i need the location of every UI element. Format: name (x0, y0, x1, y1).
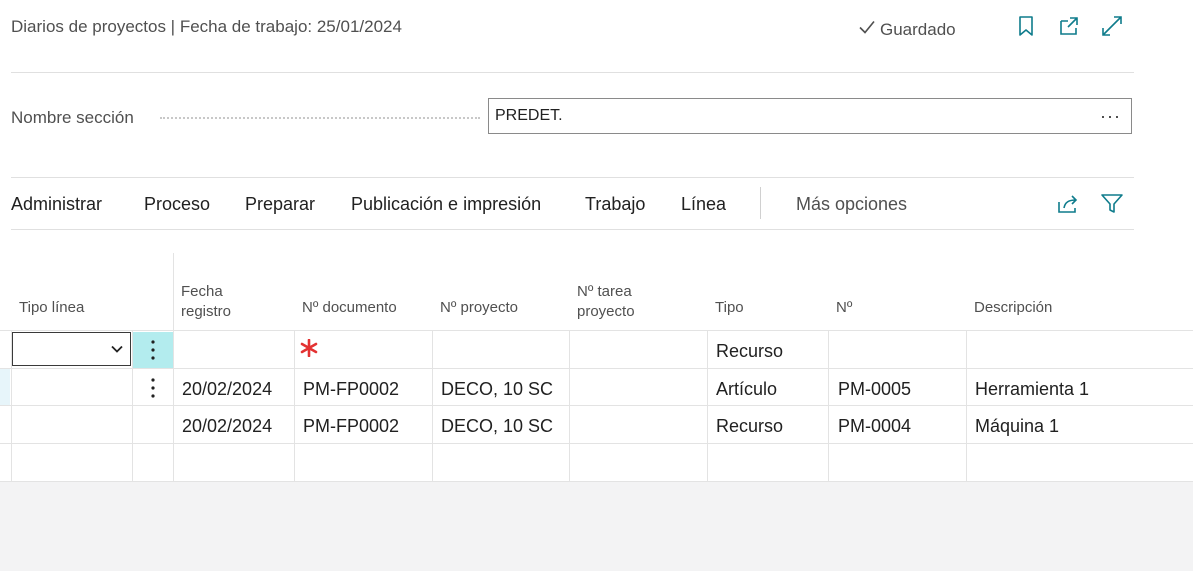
grid-row-divider (0, 368, 1193, 369)
column-header-fecha-registro[interactable]: Fecha registro (181, 282, 261, 322)
page-background-band (0, 482, 1193, 571)
grid-column-divider (569, 331, 570, 482)
lookup-button[interactable]: ··· (1100, 106, 1121, 127)
field-leader-dots (160, 117, 480, 119)
action-linea[interactable]: Línea (681, 194, 726, 215)
row-actions-icon[interactable] (143, 375, 163, 401)
journal-lines-grid: Tipo línea Fecha registro Nº documento N… (0, 253, 1193, 482)
expand-icon[interactable] (1100, 14, 1124, 38)
action-publicacion-impresion[interactable]: Publicación e impresión (351, 194, 541, 215)
page-title: Diarios de proyectos | Fecha de trabajo:… (11, 17, 402, 36)
cell-proyecto[interactable]: DECO, 10 SC (441, 416, 553, 437)
cell-no[interactable]: PM-0004 (838, 416, 911, 437)
share-icon[interactable] (1055, 191, 1081, 217)
row-actions-icon[interactable] (143, 337, 163, 363)
cell-fecha-registro[interactable]: 20/02/2024 (182, 379, 272, 400)
filter-icon[interactable] (1099, 191, 1125, 217)
action-separator (760, 187, 761, 219)
column-header-proyecto[interactable]: Nº proyecto (440, 298, 518, 318)
grid-column-divider (966, 331, 967, 482)
action-bar-bottom-divider (11, 229, 1134, 230)
tipo-linea-select[interactable] (12, 332, 131, 366)
cell-tipo[interactable]: Recurso (716, 341, 783, 362)
grid-column-divider (432, 331, 433, 482)
saved-status-label: Guardado (880, 19, 956, 39)
checkmark-icon (857, 17, 877, 42)
column-header-tipo[interactable]: Tipo (715, 298, 744, 318)
section-name-value: PREDET. (495, 107, 563, 124)
chevron-down-icon (111, 345, 123, 353)
cell-tipo[interactable]: Recurso (716, 416, 783, 437)
open-new-window-icon[interactable] (1057, 14, 1081, 38)
cell-tipo[interactable]: Artículo (716, 379, 777, 400)
action-proceso[interactable]: Proceso (144, 194, 210, 215)
cell-documento[interactable]: PM-FP0002 (303, 416, 399, 437)
cell-documento[interactable]: PM-FP0002 (303, 379, 399, 400)
cell-descripcion[interactable]: Máquina 1 (975, 416, 1059, 437)
section-name-label: Nombre sección (11, 108, 134, 127)
header-divider (11, 72, 1134, 73)
column-header-tipo-linea[interactable]: Tipo línea (19, 298, 84, 318)
grid-column-divider (707, 331, 708, 482)
column-header-descripcion[interactable]: Descripción (974, 298, 1052, 318)
bookmark-icon[interactable] (1014, 14, 1038, 38)
grid-column-divider (828, 331, 829, 482)
cell-no[interactable]: PM-0005 (838, 379, 911, 400)
grid-row-divider (0, 443, 1193, 444)
saved-status: Guardado (857, 17, 956, 42)
cell-fecha-registro[interactable]: 20/02/2024 (182, 416, 272, 437)
action-bar-top-divider (11, 177, 1134, 178)
action-administrar[interactable]: Administrar (11, 194, 102, 215)
column-header-no[interactable]: Nº (836, 298, 852, 318)
row-selection-indicator (0, 369, 10, 405)
column-header-tarea-proyecto[interactable]: Nº tarea proyecto (577, 282, 657, 322)
cell-descripcion[interactable]: Herramienta 1 (975, 379, 1089, 400)
grid-row-divider (0, 330, 1193, 331)
grid-column-divider (294, 331, 295, 482)
grid-row-divider (0, 405, 1193, 406)
action-preparar[interactable]: Preparar (245, 194, 315, 215)
column-header-documento[interactable]: Nº documento (302, 298, 397, 318)
required-field-icon (300, 338, 318, 358)
action-trabajo[interactable]: Trabajo (585, 194, 645, 215)
more-options-button[interactable]: Más opciones (796, 194, 907, 215)
cell-proyecto[interactable]: DECO, 10 SC (441, 379, 553, 400)
section-name-field[interactable]: PREDET. ··· (488, 98, 1132, 134)
